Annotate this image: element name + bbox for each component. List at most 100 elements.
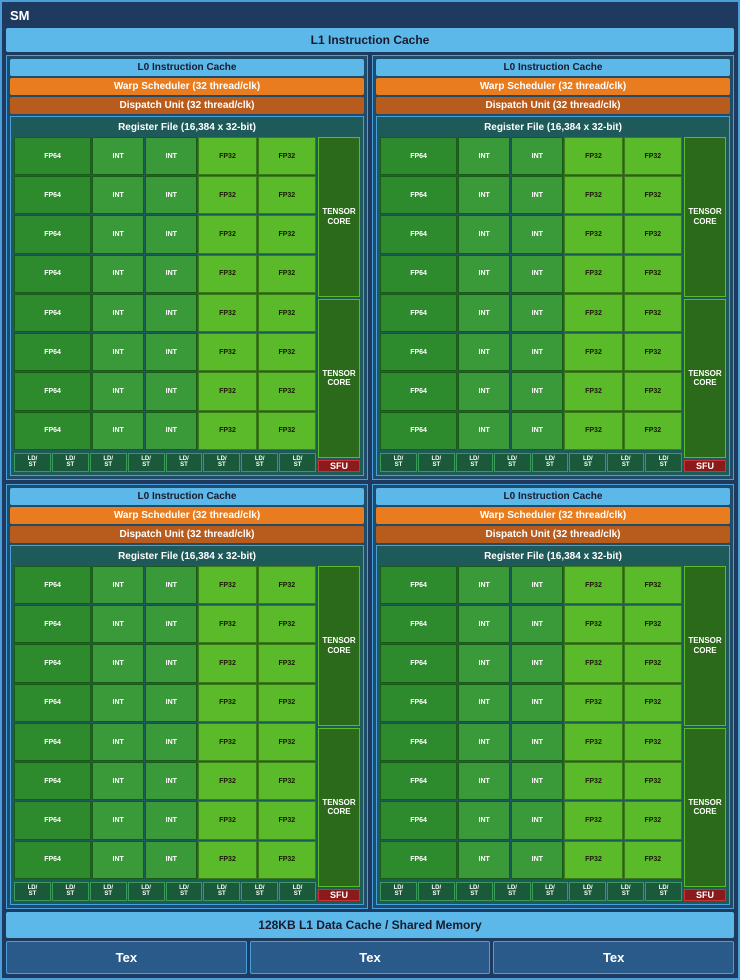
fp32-cell: FP32 [624,841,682,879]
ld-st-cell: LD/ST [52,882,89,901]
cuda-cores-1: FP64 INT INT FP32 FP32 FP64 INT INT FP32… [14,137,316,472]
core-row: FP64 INT INT FP32 FP32 [380,333,682,371]
fp32-cell: FP32 [258,841,316,879]
fp64-cell: FP64 [380,801,457,839]
int-cell: INT [92,255,144,293]
cores-area-3: FP64 INT INT FP32 FP32 FP64 INT INT FP32… [14,566,360,901]
dispatch-unit-1: Dispatch Unit (32 thread/clk) [10,97,364,114]
fp32-cell: FP32 [198,137,256,175]
cores-area-1: FP64 INT INT FP32 FP32 FP64 INT INT FP32… [14,137,360,472]
tex-cell-2: Tex [250,941,491,974]
fp32-cell: FP32 [198,684,256,722]
int-cell: INT [92,372,144,410]
fp32-cell: FP32 [624,762,682,800]
int-cell: INT [458,333,510,371]
core-row: FP64 INT INT FP32 FP32 [14,644,316,682]
sm-title: SM [6,6,734,25]
rf-title-1: Register File (16,384 x 32-bit) [14,120,360,135]
int-cell: INT [145,294,197,332]
core-row: FP64 INT INT FP32 FP32 [14,333,316,371]
fp64-cell: FP64 [380,762,457,800]
core-row: FP64 INT INT FP32 FP32 [380,723,682,761]
fp32-cell: FP32 [258,372,316,410]
fp32-cell: FP32 [564,176,622,214]
ldst-row-2: LD/ST LD/ST LD/ST LD/ST LD/ST LD/ST LD/S… [380,453,682,472]
fp32-cell: FP32 [624,644,682,682]
int-cell: INT [145,762,197,800]
int-cell: INT [511,333,563,371]
int-cell: INT [511,215,563,253]
core-row: FP64 INT INT FP32 FP32 [14,801,316,839]
int-cell: INT [511,684,563,722]
ld-st-cell: LD/ST [166,453,203,472]
core-row: FP64 INT INT FP32 FP32 [14,176,316,214]
ldst-row-4: LD/ST LD/ST LD/ST LD/ST LD/ST LD/ST LD/S… [380,882,682,901]
ld-st-cell: LD/ST [52,453,89,472]
tensor-cores-3: TENSORCORE TENSORCORE SFU [318,566,360,901]
ld-st-cell: LD/ST [645,453,682,472]
ld-st-cell: LD/ST [456,453,493,472]
fp64-cell: FP64 [14,644,91,682]
core-row: FP64 INT INT FP32 FP32 [380,644,682,682]
int-cell: INT [145,566,197,604]
fp32-cell: FP32 [198,841,256,879]
fp32-cell: FP32 [564,841,622,879]
int-cell: INT [92,684,144,722]
cores-area-2: FP64 INT INT FP32 FP32 FP64 INT INT FP32… [380,137,726,472]
core-row: FP64 INT INT FP32 FP32 [380,762,682,800]
ld-st-cell: LD/ST [128,453,165,472]
register-file-1: Register File (16,384 x 32-bit) FP64 INT… [10,116,364,476]
l0-cache-3: L0 Instruction Cache [10,488,364,505]
fp64-cell: FP64 [380,176,457,214]
int-cell: INT [458,566,510,604]
int-cell: INT [511,294,563,332]
fp64-cell: FP64 [380,723,457,761]
warp-scheduler-3: Warp Scheduler (32 thread/clk) [10,507,364,524]
fp32-cell: FP32 [198,566,256,604]
fp32-cell: FP32 [258,723,316,761]
ld-st-cell: LD/ST [607,882,644,901]
int-cell: INT [145,684,197,722]
fp32-cell: FP32 [564,412,622,450]
sfu-cell-2: SFU [684,460,726,472]
core-row: FP64 INT INT FP32 FP32 [380,605,682,643]
ld-st-cell: LD/ST [532,453,569,472]
int-cell: INT [92,333,144,371]
fp32-cell: FP32 [564,566,622,604]
ldst-row-1: LD/ST LD/ST LD/ST LD/ST LD/ST LD/ST LD/S… [14,453,316,472]
int-cell: INT [511,566,563,604]
int-cell: INT [92,137,144,175]
quadrant-2: L0 Instruction Cache Warp Scheduler (32 … [372,55,734,480]
int-cell: INT [92,644,144,682]
int-cell: INT [92,294,144,332]
core-row: FP64 INT INT FP32 FP32 [380,801,682,839]
int-cell: INT [145,841,197,879]
int-cell: INT [511,723,563,761]
fp64-cell: FP64 [14,176,91,214]
core-row: FP64 INT INT FP32 FP32 [380,215,682,253]
core-row: FP64 INT INT FP32 FP32 [14,605,316,643]
fp64-cell: FP64 [14,137,91,175]
int-cell: INT [458,215,510,253]
fp64-cell: FP64 [14,255,91,293]
tensor-core-block: TENSORCORE [684,728,726,888]
int-cell: INT [92,762,144,800]
int-cell: INT [145,137,197,175]
dispatch-unit-2: Dispatch Unit (32 thread/clk) [376,97,730,114]
fp32-cell: FP32 [564,801,622,839]
fp32-cell: FP32 [624,605,682,643]
core-row: FP64 INT INT FP32 FP32 [14,215,316,253]
fp32-cell: FP32 [198,333,256,371]
fp32-cell: FP32 [198,372,256,410]
fp32-cell: FP32 [198,176,256,214]
fp32-cell: FP32 [258,137,316,175]
int-cell: INT [458,644,510,682]
l0-cache-4: L0 Instruction Cache [376,488,730,505]
fp64-cell: FP64 [14,294,91,332]
int-cell: INT [511,841,563,879]
ld-st-cell: LD/ST [128,882,165,901]
int-cell: INT [92,605,144,643]
int-cell: INT [92,412,144,450]
tex-cell-1: Tex [6,941,247,974]
core-row: FP64 INT INT FP32 FP32 [14,372,316,410]
